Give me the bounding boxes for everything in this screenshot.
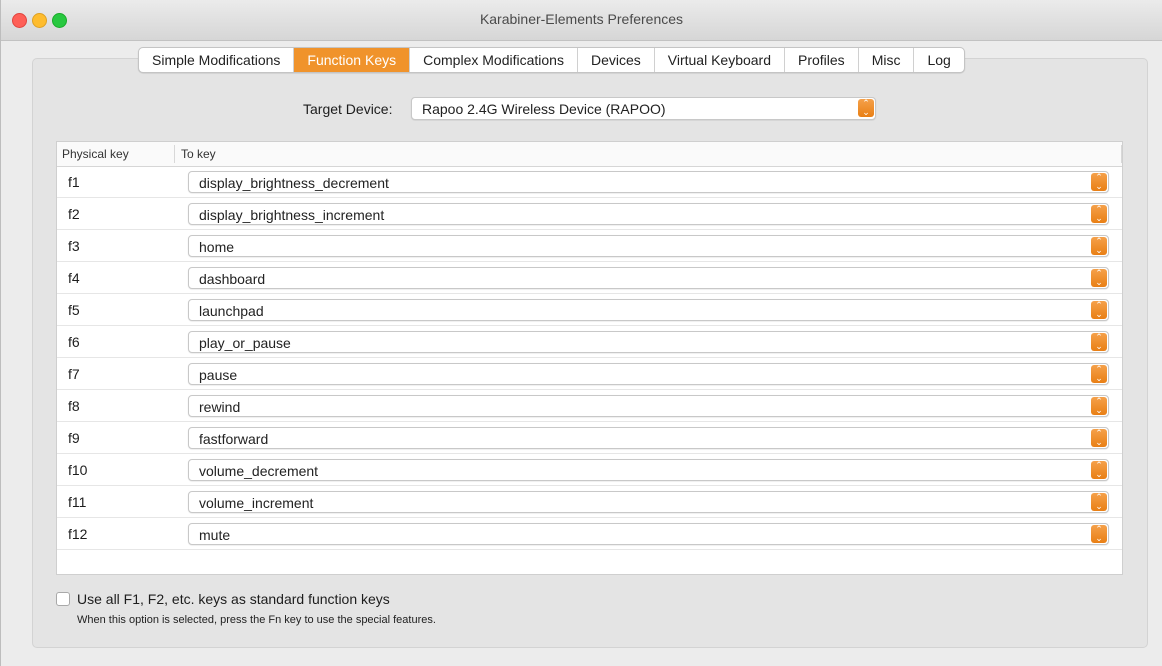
target-device-row: Target Device: Rapoo 2.4G Wireless Devic… [1, 97, 1162, 121]
column-divider [174, 145, 175, 163]
to-key-value: dashboard [199, 271, 266, 287]
to-key-value: rewind [199, 399, 241, 415]
to-key-value: mute [199, 527, 231, 543]
up-down-chevron-icon: ⌃ ⌄ [1091, 237, 1107, 255]
up-down-chevron-icon: ⌃ ⌄ [858, 99, 874, 117]
to-key-value: launchpad [199, 303, 264, 319]
to-key-value: fastforward [199, 431, 269, 447]
up-down-chevron-icon: ⌃ ⌄ [1091, 397, 1107, 415]
to-key-select[interactable]: launchpad ⌃ ⌄ [188, 299, 1109, 321]
to-key-select[interactable]: mute ⌃ ⌄ [188, 523, 1109, 545]
to-key-select[interactable]: fastforward ⌃ ⌄ [188, 427, 1109, 449]
to-key-select[interactable]: pause ⌃ ⌄ [188, 363, 1109, 385]
column-divider [1121, 145, 1122, 163]
table-header: Physical key To key [57, 142, 1122, 167]
physical-key-cell: f6 [68, 334, 80, 350]
tab-log[interactable]: Log [914, 48, 963, 72]
tab-virtual-keyboard[interactable]: Virtual Keyboard [655, 48, 785, 72]
tab-bar: Simple Modifications Function Keys Complex… [138, 47, 965, 73]
to-key-select[interactable]: volume_decrement ⌃ ⌄ [188, 459, 1109, 481]
to-key-select[interactable]: volume_increment ⌃ ⌄ [188, 491, 1109, 513]
table-row: f4 dashboard ⌃ ⌄ [57, 262, 1122, 294]
target-device-value: Rapoo 2.4G Wireless Device (RAPOO) [422, 101, 666, 117]
up-down-chevron-icon: ⌃ ⌄ [1091, 173, 1107, 191]
table-row: f6 play_or_pause ⌃ ⌄ [57, 326, 1122, 358]
up-down-chevron-icon: ⌃ ⌄ [1091, 429, 1107, 447]
up-down-chevron-icon: ⌃ ⌄ [1091, 333, 1107, 351]
up-down-chevron-icon: ⌃ ⌄ [1091, 525, 1107, 543]
up-down-chevron-icon: ⌃ ⌄ [1091, 461, 1107, 479]
table-row: f5 launchpad ⌃ ⌄ [57, 294, 1122, 326]
tab-devices[interactable]: Devices [578, 48, 655, 72]
function-keys-table: Physical key To key f1 display_brightness… [56, 141, 1123, 575]
physical-key-cell: f11 [68, 494, 87, 510]
physical-key-cell: f8 [68, 398, 80, 414]
up-down-chevron-icon: ⌃ ⌄ [1091, 205, 1107, 223]
to-key-select[interactable]: display_brightness_decrement ⌃ ⌄ [188, 171, 1109, 193]
table-row: f8 rewind ⌃ ⌄ [57, 390, 1122, 422]
physical-key-cell: f1 [68, 174, 80, 190]
standard-function-keys-note: When this option is selected, press the … [77, 614, 436, 626]
tab-complex-modifications[interactable]: Complex Modifications [410, 48, 578, 72]
physical-key-cell: f10 [68, 462, 88, 478]
to-key-select[interactable]: play_or_pause ⌃ ⌄ [188, 331, 1109, 353]
up-down-chevron-icon: ⌃ ⌄ [1091, 365, 1107, 383]
physical-key-cell: f7 [68, 366, 80, 382]
to-key-select[interactable]: home ⌃ ⌄ [188, 235, 1109, 257]
up-down-chevron-icon: ⌃ ⌄ [1091, 269, 1107, 287]
target-device-select[interactable]: Rapoo 2.4G Wireless Device (RAPOO) ⌃ ⌄ [411, 97, 876, 120]
preferences-window: Karabiner-Elements Preferences Simple Mo… [0, 0, 1162, 666]
to-key-select[interactable]: dashboard ⌃ ⌄ [188, 267, 1109, 289]
to-key-select[interactable]: display_brightness_increment ⌃ ⌄ [188, 203, 1109, 225]
physical-key-cell: f2 [68, 206, 80, 222]
to-key-value: volume_decrement [199, 463, 319, 479]
table-row: f10 volume_decrement ⌃ ⌄ [57, 454, 1122, 486]
standard-function-keys-checkbox[interactable] [56, 592, 70, 606]
physical-key-cell: f4 [68, 270, 80, 286]
up-down-chevron-icon: ⌃ ⌄ [1091, 493, 1107, 511]
standard-function-keys-label[interactable]: Use all F1, F2, etc. keys as standard fu… [77, 591, 390, 607]
physical-key-cell: f5 [68, 302, 80, 318]
to-key-value: display_brightness_increment [199, 207, 385, 223]
tab-profiles[interactable]: Profiles [785, 48, 859, 72]
column-header-physical-key[interactable]: Physical key [62, 147, 129, 161]
physical-key-cell: f3 [68, 238, 80, 254]
tab-function-keys[interactable]: Function Keys [294, 48, 411, 72]
to-key-value: home [199, 239, 235, 255]
table-row: f11 volume_increment ⌃ ⌄ [57, 486, 1122, 518]
physical-key-cell: f12 [68, 526, 88, 542]
column-header-to-key[interactable]: To key [181, 147, 216, 161]
table-row: f2 display_brightness_increment ⌃ ⌄ [57, 198, 1122, 230]
tab-simple-modifications[interactable]: Simple Modifications [139, 48, 295, 72]
table-row: f9 fastforward ⌃ ⌄ [57, 422, 1122, 454]
to-key-value: pause [199, 367, 238, 383]
table-row: f3 home ⌃ ⌄ [57, 230, 1122, 262]
to-key-value: volume_increment [199, 495, 314, 511]
to-key-select[interactable]: rewind ⌃ ⌄ [188, 395, 1109, 417]
physical-key-cell: f9 [68, 430, 80, 446]
tab-misc[interactable]: Misc [859, 48, 915, 72]
title-bar: Karabiner-Elements Preferences [1, 0, 1162, 41]
to-key-value: play_or_pause [199, 335, 291, 351]
to-key-value: display_brightness_decrement [199, 175, 389, 191]
table-row: f12 mute ⌃ ⌄ [57, 518, 1122, 550]
table-row: f7 pause ⌃ ⌄ [57, 358, 1122, 390]
up-down-chevron-icon: ⌃ ⌄ [1091, 301, 1107, 319]
table-row: f1 display_brightness_decrement ⌃ ⌄ [57, 166, 1122, 198]
window-title: Karabiner-Elements Preferences [479, 11, 684, 27]
target-device-label: Target Device: [303, 101, 393, 117]
